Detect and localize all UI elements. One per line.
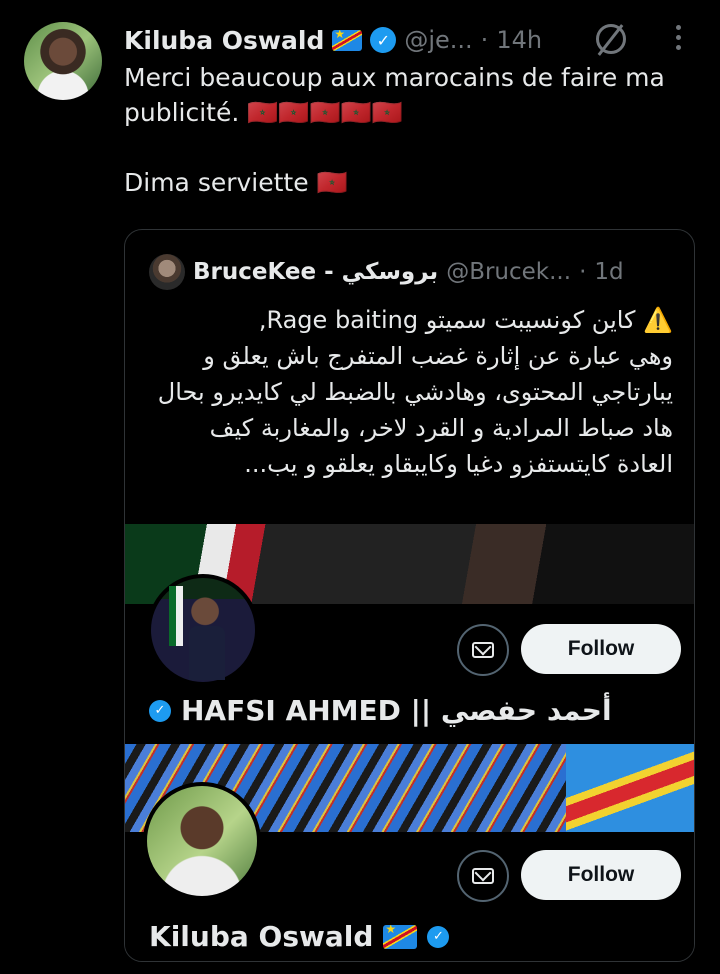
congo-flag-icon (383, 924, 418, 949)
card-profile-name: Kiluba Oswald ✓ (149, 920, 450, 953)
profile-avatar (143, 782, 261, 900)
quoted-tweet[interactable]: BruceKee - بروسكي @Brucek... · 1d ⚠️ كاي… (124, 229, 695, 962)
tweet-text-line: Dima serviette 🇲🇦 (124, 168, 348, 197)
quote-time[interactable]: 1d (594, 259, 623, 285)
card-profile-name: ✓ HAFSI AHMED || أحمد حفصي (149, 694, 612, 727)
tweet-text: Merci beaucoup aux marocains de faire ma… (124, 60, 694, 200)
verified-badge-icon: ✓ (427, 925, 450, 948)
separator-dot: · (480, 26, 489, 54)
message-button[interactable] (457, 624, 509, 676)
profile-avatar (147, 574, 259, 686)
card-name-text: Kiluba Oswald (149, 920, 374, 953)
tweet-header: Kiluba Oswald ✓ @je... · 14h (124, 20, 542, 60)
quote-handle[interactable]: @Brucek... (446, 259, 571, 285)
tweet-time[interactable]: 14h (496, 26, 542, 54)
card-name-text: HAFSI AHMED || أحمد حفصي (181, 694, 612, 727)
more-options-icon[interactable] (668, 20, 688, 55)
message-button[interactable] (457, 850, 509, 902)
quote-author-name[interactable]: BruceKee - بروسكي (193, 259, 438, 285)
quote-avatar[interactable] (149, 254, 185, 290)
tweet-text-line: Merci beaucoup aux marocains de faire ma… (124, 63, 665, 127)
quote-text: ⚠️ كاين كونسيبت سميتو Rage baiting, وهي … (157, 306, 673, 478)
follow-button[interactable]: Follow (521, 850, 681, 900)
follow-button[interactable]: Follow (521, 624, 681, 674)
separator-dot: · (579, 259, 587, 285)
author-name[interactable]: Kiluba Oswald (124, 26, 324, 55)
quote-header: BruceKee - بروسكي @Brucek... · 1d (149, 254, 624, 290)
mail-icon (472, 868, 494, 884)
grok-icon[interactable] (596, 24, 626, 54)
mail-icon (472, 642, 494, 658)
verified-badge-icon: ✓ (149, 699, 171, 722)
verified-badge-icon: ✓ (370, 27, 397, 53)
author-handle[interactable]: @je... (404, 26, 472, 54)
congo-flag-icon (332, 29, 363, 51)
author-avatar[interactable] (24, 22, 102, 100)
